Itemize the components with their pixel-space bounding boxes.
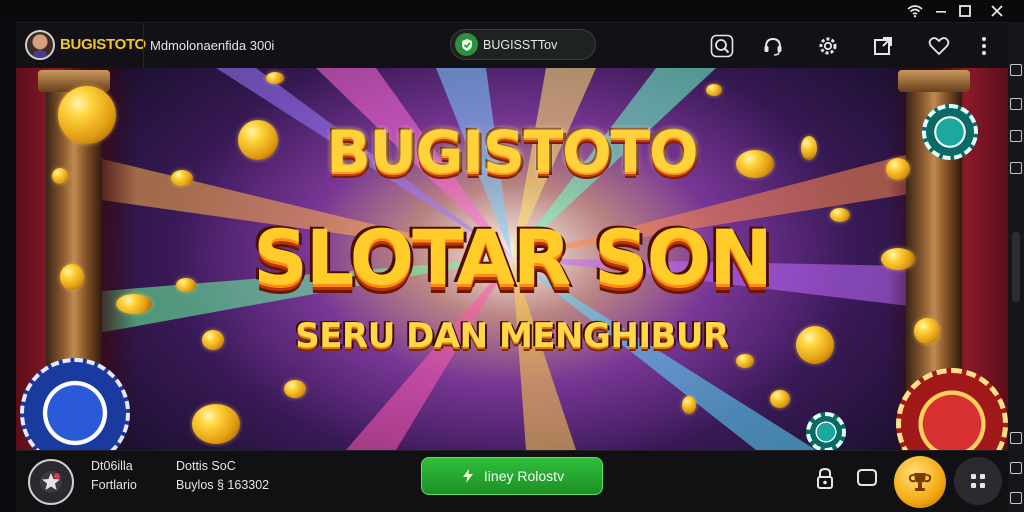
share-icon[interactable] [870,33,896,59]
window-icon[interactable] [1010,432,1022,444]
lock-icon[interactable] [808,461,842,495]
search-icon[interactable] [709,33,735,59]
coin-icon [706,84,722,96]
window-titlebar [0,0,1024,22]
heart-icon[interactable] [926,33,952,59]
coin-icon [266,72,284,84]
hero-banner[interactable]: BUGISTOTO SLOTAR SON SERU DAN MENGHIBUR [16,68,1008,450]
coin-icon [770,390,790,408]
site-tab[interactable]: BUGISSTTov [450,29,596,60]
info-label: Fortlario [91,478,137,492]
bottom-bar: Dt06illa Fortlario Dottis SoC Buylos § 1… [16,450,1008,512]
maximize-icon[interactable] [956,2,974,20]
apps-grid-button[interactable] [954,457,1002,505]
banner-title-line2: SLOTAR SON [253,213,773,302]
coin-icon [192,404,240,444]
minimize-icon[interactable] [932,2,950,20]
casino-chip-icon [806,412,846,450]
banner-subtitle: SERU DAN MENGHIBUR [295,316,729,356]
headset-icon[interactable] [760,33,786,59]
app-header: BUGISTOTO Mdmolonaenfida 300i BUGISSTTov [16,22,1008,69]
window-icon[interactable] [1010,162,1022,174]
lightning-icon [462,469,473,483]
trophy-icon [908,473,932,491]
wifi-icon [906,2,924,20]
banner-title-line1: BUGISTOTO [326,118,698,186]
window-icon[interactable] [1010,492,1022,504]
window-icon[interactable] [1010,462,1022,474]
gear-icon[interactable] [815,33,841,59]
grid-icon [971,474,985,488]
coin-icon [284,380,306,398]
window-icon[interactable] [1010,64,1022,76]
app-logo[interactable] [28,459,74,505]
side-toolbar [1008,22,1024,512]
shield-icon [455,33,478,56]
play-button[interactable]: Iiney Rolostv [421,457,603,495]
close-icon[interactable] [988,2,1006,20]
more-vertical-icon[interactable] [971,33,997,59]
window-icon[interactable] [1010,130,1022,142]
coin-icon [682,396,696,414]
star-icon [40,471,62,493]
coin-icon [736,354,754,368]
trophy-button[interactable] [894,456,946,508]
brand-logo-text[interactable]: BUGISTOTO [60,36,146,53]
chat-icon[interactable] [850,461,884,495]
play-button-label: Iiney Rolostv [483,468,565,484]
avatar[interactable] [25,30,55,60]
info-label: Dt06illa [91,459,133,473]
tab-label: BUGISSTTov [483,38,558,52]
page-title: Mdmolonaenfida 300i [150,38,275,53]
info-value: Dottis SoC [176,459,236,473]
scrollbar[interactable] [1012,232,1020,302]
window-icon[interactable] [1010,98,1022,110]
info-value: Buylos § 163302 [176,478,270,492]
divider [143,23,144,69]
